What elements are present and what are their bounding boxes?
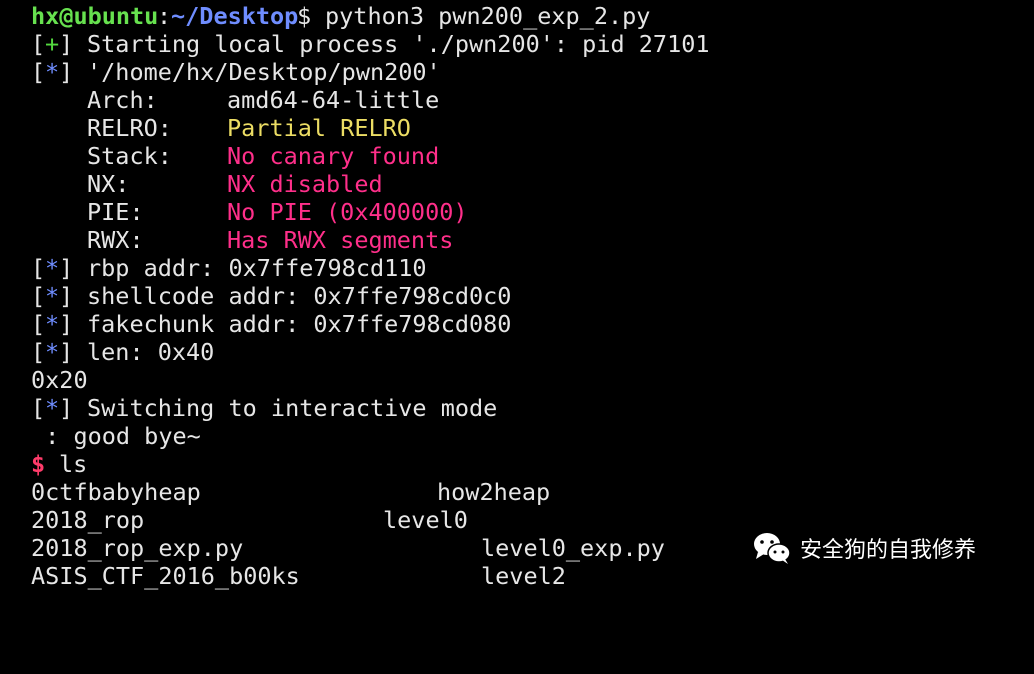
ls-entry: 0ctfbabyheap xyxy=(31,478,201,506)
prompt-user-host: hx@ubuntu xyxy=(31,2,159,30)
output-line: 0x20 xyxy=(0,366,88,394)
status-line-start: [ + ] Starting local process './pwn200':… xyxy=(0,30,710,58)
status-star-mark: * xyxy=(45,282,60,310)
info-text: fakechunk addr: 0x7ffe798cd080 xyxy=(87,310,512,338)
ls-entry: level0 xyxy=(383,506,468,534)
shell-prompt-line: $ ls xyxy=(0,450,87,478)
status-star-mark: * xyxy=(45,338,60,366)
wechat-watermark: 安全狗的自我修养 xyxy=(752,528,976,568)
checksec-value: amd64-64-little xyxy=(227,86,440,114)
output-text: 0x20 xyxy=(31,366,88,394)
checksec-value: No PIE (0x400000) xyxy=(227,198,468,226)
bracket-close: ] xyxy=(59,30,74,58)
bracket-close: ] xyxy=(59,338,74,366)
ls-entry: level0_exp.py xyxy=(481,534,665,562)
info-text: len: 0x40 xyxy=(87,338,215,366)
bracket-close: ] xyxy=(59,254,74,282)
ls-entry: 2018_rop_exp.py xyxy=(31,534,244,562)
binary-path: '/home/hx/Desktop/pwn200' xyxy=(87,58,441,86)
status-star-mark: * xyxy=(45,394,60,422)
info-line: [ * ] fakechunk addr: 0x7ffe798cd080 xyxy=(0,310,511,338)
info-line: [ * ] rbp addr: 0x7ffe798cd110 xyxy=(0,254,427,282)
checksec-label: RWX: xyxy=(87,226,144,254)
checksec-label: Arch: xyxy=(87,86,158,114)
ls-entry: 2018_rop xyxy=(31,506,145,534)
status-star-mark: * xyxy=(45,310,60,338)
bracket-open: [ xyxy=(31,30,46,58)
status-star-mark: * xyxy=(45,254,60,282)
prompt-path: ~/Desktop xyxy=(171,2,299,30)
output-line: : good bye~ xyxy=(0,422,201,450)
checksec-label: NX: xyxy=(87,170,130,198)
bracket-open: [ xyxy=(31,282,46,310)
prompt-colon: : xyxy=(157,2,172,30)
bracket-open: [ xyxy=(31,394,46,422)
ls-row: 0ctfbabyheap how2heap xyxy=(0,478,550,506)
status-text: Switching to interactive mode xyxy=(87,394,498,422)
checksec-value: NX disabled xyxy=(227,170,383,198)
checksec-value: Partial RELRO xyxy=(227,114,411,142)
info-line: [ * ] len: 0x40 xyxy=(0,338,214,366)
bracket-close: ] xyxy=(59,394,74,422)
info-text: rbp addr: 0x7ffe798cd110 xyxy=(87,254,427,282)
checksec-label: RELRO: xyxy=(87,114,172,142)
checksec-label: Stack: xyxy=(87,142,172,170)
status-star-mark: * xyxy=(45,58,60,86)
command-prompt-line: hx@ubuntu : ~/Desktop $ python3 pwn200_e… xyxy=(0,2,650,30)
bracket-open: [ xyxy=(31,310,46,338)
checksec-row: RWX: Has RWX segments xyxy=(0,226,453,254)
bracket-close: ] xyxy=(59,282,74,310)
info-line: [ * ] shellcode addr: 0x7ffe798cd0c0 xyxy=(0,282,511,310)
ls-row: 2018_rop level0 xyxy=(0,506,468,534)
goodbye-text: : good bye~ xyxy=(31,422,201,450)
checksec-row: RELRO: Partial RELRO xyxy=(0,114,411,142)
ls-entry: how2heap xyxy=(437,478,551,506)
shell-command: ls xyxy=(59,450,88,478)
ls-row: 2018_rop_exp.py level0_exp.py xyxy=(0,534,665,562)
bracket-open: [ xyxy=(31,254,46,282)
checksec-value: Has RWX segments xyxy=(227,226,454,254)
checksec-row: NX: NX disabled xyxy=(0,170,383,198)
ls-entry: ASIS_CTF_2016_b00ks xyxy=(31,562,300,590)
prompt-command: python3 pwn200_exp_2.py xyxy=(325,2,651,30)
status-line-binary: [ * ] '/home/hx/Desktop/pwn200' xyxy=(0,58,441,86)
checksec-label: PIE: xyxy=(87,198,144,226)
checksec-row: PIE: No PIE (0x400000) xyxy=(0,198,468,226)
status-text: Starting local process './pwn200': pid 2… xyxy=(87,30,710,58)
terminal-window[interactable]: hx@ubuntu : ~/Desktop $ python3 pwn200_e… xyxy=(0,0,1034,596)
status-line-switch: [ * ] Switching to interactive mode xyxy=(0,394,497,422)
wechat-icon xyxy=(754,533,791,564)
bracket-open: [ xyxy=(31,58,46,86)
bracket-close: ] xyxy=(59,58,74,86)
checksec-value: No canary found xyxy=(227,142,440,170)
checksec-row: Arch: amd64-64-little xyxy=(0,86,439,114)
ls-entry: level2 xyxy=(481,562,566,590)
shell-dollar: $ xyxy=(31,450,46,478)
watermark-text: 安全狗的自我修养 xyxy=(800,538,977,563)
checksec-row: Stack: No canary found xyxy=(0,142,439,170)
ls-row: ASIS_CTF_2016_b00ks level2 xyxy=(0,562,566,590)
status-plus-mark: + xyxy=(45,30,60,58)
prompt-dollar: $ xyxy=(297,2,312,30)
bracket-open: [ xyxy=(31,338,46,366)
info-text: shellcode addr: 0x7ffe798cd0c0 xyxy=(87,282,512,310)
bracket-close: ] xyxy=(59,310,74,338)
